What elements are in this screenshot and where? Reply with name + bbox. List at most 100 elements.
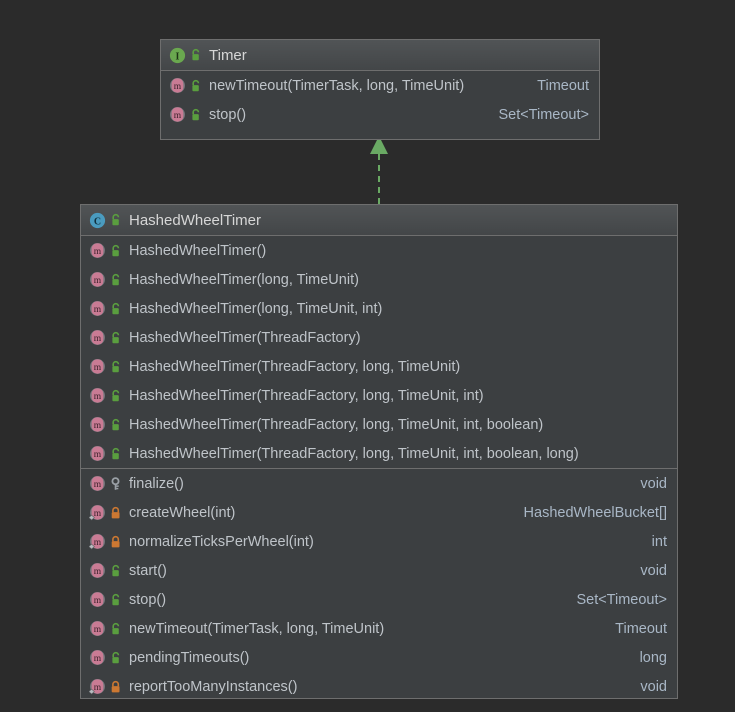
section-timer-methods: m newTimeout(TimerTask, long, TimeUnit) … bbox=[161, 71, 599, 129]
member-row[interactable]: m HashedWheelTimer(long, TimeUnit) bbox=[81, 265, 677, 294]
public-unlock-icon bbox=[109, 418, 122, 432]
member-row[interactable]: m newTimeout(TimerTask, long, TimeUnit) Ti… bbox=[81, 614, 677, 643]
member-return-type: Timeout bbox=[615, 621, 667, 637]
method-icon: m bbox=[169, 106, 186, 123]
member-row[interactable]: m normalizeTicksPerWheel(int) int bbox=[81, 527, 677, 556]
member-row[interactable]: mcreateWheel(int)HashedWheelBucket[] bbox=[81, 498, 677, 527]
member-return-type: Set<Timeout> bbox=[576, 592, 667, 608]
section-constructors: m HashedWheelTimer() m HashedWheelTimer(lon… bbox=[81, 236, 677, 468]
svg-text:C: C bbox=[94, 216, 101, 227]
uml-class-hashedwheeltimer[interactable]: C HashedWheelTimer mHashedWheelTimer()mH… bbox=[80, 204, 678, 699]
member-row[interactable]: m HashedWheelTimer() bbox=[81, 236, 677, 265]
class-icon: C bbox=[89, 212, 106, 229]
member-signature: HashedWheelTimer(ThreadFactory, long, Ti… bbox=[129, 446, 579, 462]
member-row[interactable]: m HashedWheelTimer(long, TimeUnit, int) bbox=[81, 294, 677, 323]
member-return-type: int bbox=[652, 534, 667, 550]
method-icon: m bbox=[89, 416, 106, 433]
method-icon: m bbox=[89, 475, 106, 492]
method-icon: m bbox=[89, 591, 106, 608]
member-row[interactable]: m start() void bbox=[81, 556, 677, 585]
svg-text:m: m bbox=[94, 450, 102, 460]
public-unlock-icon bbox=[109, 564, 122, 578]
svg-text:m: m bbox=[94, 334, 102, 344]
svg-text:m: m bbox=[94, 247, 102, 257]
member-return-type: void bbox=[640, 679, 667, 695]
member-signature: HashedWheelTimer() bbox=[129, 243, 266, 259]
public-unlock-icon bbox=[109, 622, 122, 636]
public-unlock-icon bbox=[109, 651, 122, 665]
method-icon: m bbox=[89, 678, 106, 695]
member-signature: stop() bbox=[129, 592, 166, 608]
member-signature: normalizeTicksPerWheel(int) bbox=[129, 534, 314, 550]
public-unlock-icon bbox=[189, 79, 202, 93]
member-row[interactable]: m HashedWheelTimer(ThreadFactory) bbox=[81, 323, 677, 352]
member-signature: newTimeout(TimerTask, long, TimeUnit) bbox=[209, 78, 464, 94]
private-lock-icon bbox=[109, 506, 122, 520]
member-row[interactable]: m finalize() void bbox=[81, 469, 677, 498]
diagram-canvas: I Timer m bbox=[0, 0, 735, 712]
member-row[interactable]: m stop() Set<Timeout> bbox=[81, 585, 677, 614]
svg-text:m: m bbox=[94, 509, 102, 519]
svg-text:m: m bbox=[94, 567, 102, 577]
class-header-hashedwheeltimer[interactable]: C HashedWheelTimer bbox=[81, 205, 677, 236]
member-return-type: Timeout bbox=[537, 78, 589, 94]
class-name-hashedwheeltimer: HashedWheelTimer bbox=[129, 212, 261, 229]
member-return-type: void bbox=[640, 476, 667, 492]
method-icon: m bbox=[89, 358, 106, 375]
method-icon: m bbox=[89, 504, 106, 521]
member-row[interactable]: mHashedWheelTimer(ThreadFactory, long, T… bbox=[81, 410, 677, 439]
svg-text:m: m bbox=[94, 683, 102, 693]
member-signature: finalize() bbox=[129, 476, 184, 492]
member-return-type: Set<Timeout> bbox=[498, 107, 589, 123]
method-icon: m bbox=[89, 271, 106, 288]
member-row[interactable]: m stop() Set<Timeout> bbox=[161, 100, 599, 129]
member-signature: HashedWheelTimer(ThreadFactory, long, Ti… bbox=[129, 359, 460, 375]
method-icon: m bbox=[89, 445, 106, 462]
method-icon: m bbox=[89, 620, 106, 637]
public-unlock-icon bbox=[189, 108, 202, 122]
member-row[interactable]: m HashedWheelTimer(ThreadFactory, long, T… bbox=[81, 352, 677, 381]
member-signature: HashedWheelTimer(long, TimeUnit) bbox=[129, 272, 359, 288]
public-unlock-icon bbox=[109, 447, 122, 461]
svg-text:m: m bbox=[94, 305, 102, 315]
class-header-timer[interactable]: I Timer bbox=[161, 40, 599, 71]
svg-text:m: m bbox=[94, 363, 102, 373]
member-signature: reportTooManyInstances() bbox=[129, 679, 297, 695]
svg-text:m: m bbox=[94, 480, 102, 490]
interface-icon: I bbox=[169, 47, 186, 64]
member-signature: HashedWheelTimer(ThreadFactory, long, Ti… bbox=[129, 388, 484, 404]
public-unlock-icon bbox=[109, 360, 122, 374]
public-unlock-icon bbox=[109, 331, 122, 345]
member-signature: start() bbox=[129, 563, 167, 579]
public-unlock-icon bbox=[109, 213, 122, 227]
public-unlock-icon bbox=[189, 48, 202, 62]
uml-class-timer[interactable]: I Timer m bbox=[160, 39, 600, 140]
member-signature: HashedWheelTimer(ThreadFactory) bbox=[129, 330, 361, 346]
protected-key-icon bbox=[109, 477, 122, 491]
member-signature: newTimeout(TimerTask, long, TimeUnit) bbox=[129, 621, 384, 637]
member-row[interactable]: m newTimeout(TimerTask, long, TimeUnit) … bbox=[161, 71, 599, 100]
method-icon: m bbox=[89, 649, 106, 666]
svg-text:m: m bbox=[94, 596, 102, 606]
member-row[interactable]: mpendingTimeouts()long bbox=[81, 643, 677, 672]
member-return-type: void bbox=[640, 563, 667, 579]
method-icon: m bbox=[89, 533, 106, 550]
svg-text:m: m bbox=[174, 82, 182, 92]
section-methods: m finalize() void mcreateWheel(int)HashedWh… bbox=[81, 468, 677, 699]
public-unlock-icon bbox=[109, 302, 122, 316]
member-signature: HashedWheelTimer(long, TimeUnit, int) bbox=[129, 301, 382, 317]
svg-text:m: m bbox=[94, 276, 102, 286]
class-name-timer: Timer bbox=[209, 47, 247, 64]
svg-text:m: m bbox=[174, 111, 182, 121]
member-row[interactable]: m HashedWheelTimer(ThreadFactory, long, T… bbox=[81, 439, 677, 468]
member-row[interactable]: m HashedWheelTimer(ThreadFactory, long, T… bbox=[81, 381, 677, 410]
member-row[interactable]: m reportTooManyInstances() void bbox=[81, 672, 677, 699]
member-return-type: HashedWheelBucket[] bbox=[524, 505, 667, 521]
method-icon: m bbox=[89, 329, 106, 346]
public-unlock-icon bbox=[109, 389, 122, 403]
method-icon: m bbox=[89, 387, 106, 404]
realization-edge[interactable] bbox=[358, 132, 400, 204]
method-icon: m bbox=[89, 242, 106, 259]
svg-text:m: m bbox=[94, 392, 102, 402]
member-signature: stop() bbox=[209, 107, 246, 123]
